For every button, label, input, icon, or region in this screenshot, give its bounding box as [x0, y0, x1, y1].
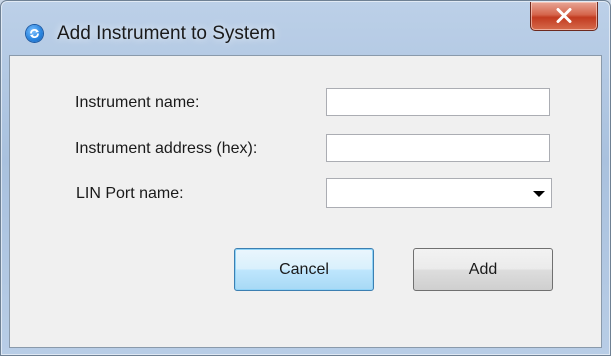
chevron-down-icon[interactable] — [533, 191, 545, 197]
lin-port-name-label: LIN Port name: — [76, 185, 184, 202]
instrument-name-input[interactable] — [326, 88, 550, 116]
instrument-address-input[interactable] — [326, 134, 550, 162]
close-button[interactable] — [530, 2, 598, 31]
dialog-body: Instrument name: Instrument address (hex… — [9, 55, 602, 348]
lin-port-name-dropdown[interactable] — [326, 178, 552, 208]
title-bar[interactable]: Add Instrument to System — [1, 1, 610, 55]
instrument-name-label: Instrument name: — [75, 94, 200, 111]
refresh-circle-icon — [26, 25, 43, 42]
dialog-window: Add Instrument to System Instrument name… — [0, 0, 611, 356]
cancel-button[interactable]: Cancel — [234, 248, 374, 291]
window-title: Add Instrument to System — [57, 23, 276, 44]
add-button[interactable]: Add — [413, 248, 553, 291]
instrument-address-label: Instrument address (hex): — [75, 140, 258, 157]
close-x-icon — [556, 8, 572, 23]
